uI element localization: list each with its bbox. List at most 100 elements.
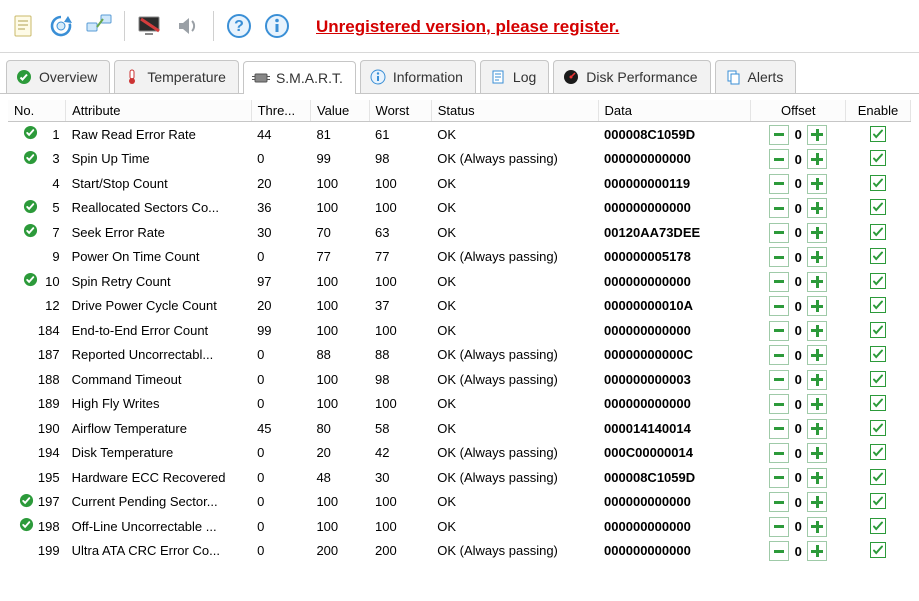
table-row[interactable]: 10Spin Retry Count97100100OK000000000000… <box>8 269 911 294</box>
offset-decrement-button[interactable] <box>769 198 789 218</box>
table-row[interactable]: 4Start/Stop Count20100100OK0000000001190 <box>8 171 911 196</box>
offset-increment-button[interactable] <box>807 198 827 218</box>
table-row[interactable]: 7Seek Error Rate307063OK00120AA73DEE0 <box>8 220 911 245</box>
table-row[interactable]: 9Power On Time Count07777OK (Always pass… <box>8 245 911 270</box>
enable-checkbox[interactable] <box>870 126 886 142</box>
col-header-attribute[interactable]: Attribute <box>66 100 251 122</box>
toolbar-network-icon[interactable] <box>82 9 116 43</box>
enable-checkbox[interactable] <box>870 248 886 264</box>
offset-increment-button[interactable] <box>807 272 827 292</box>
col-header-no[interactable]: No. <box>8 100 66 122</box>
offset-increment-button[interactable] <box>807 492 827 512</box>
tab-log[interactable]: Log <box>480 60 549 93</box>
toolbar-sound-icon[interactable] <box>171 9 205 43</box>
enable-checkbox[interactable] <box>870 518 886 534</box>
col-header-enable[interactable]: Enable <box>845 100 910 122</box>
cell-no: 199 <box>8 539 66 564</box>
col-header-status[interactable]: Status <box>431 100 598 122</box>
tab-alerts[interactable]: Alerts <box>715 60 797 93</box>
enable-checkbox[interactable] <box>870 395 886 411</box>
table-row[interactable]: 190Airflow Temperature458058OK0000141400… <box>8 416 911 441</box>
table-row[interactable]: 195Hardware ECC Recovered04830OK (Always… <box>8 465 911 490</box>
enable-checkbox[interactable] <box>870 175 886 191</box>
offset-decrement-button[interactable] <box>769 517 789 537</box>
offset-increment-button[interactable] <box>807 370 827 390</box>
offset-increment-button[interactable] <box>807 174 827 194</box>
col-header-threshold[interactable]: Thre... <box>251 100 310 122</box>
table-row[interactable]: 188Command Timeout010098OK (Always passi… <box>8 367 911 392</box>
offset-increment-button[interactable] <box>807 296 827 316</box>
toolbar-about-icon[interactable] <box>260 9 294 43</box>
offset-increment-button[interactable] <box>807 345 827 365</box>
col-header-offset[interactable]: Offset <box>751 100 846 122</box>
cell-threshold: 36 <box>251 196 310 221</box>
tab-temperature[interactable]: Temperature <box>114 60 239 93</box>
offset-increment-button[interactable] <box>807 247 827 267</box>
table-row[interactable]: 189High Fly Writes0100100OK0000000000000 <box>8 392 911 417</box>
table-row[interactable]: 5Reallocated Sectors Co...36100100OK0000… <box>8 196 911 221</box>
offset-decrement-button[interactable] <box>769 296 789 316</box>
offset-increment-button[interactable] <box>807 419 827 439</box>
tab-information[interactable]: Information <box>360 60 476 93</box>
offset-decrement-button[interactable] <box>769 174 789 194</box>
offset-increment-button[interactable] <box>807 149 827 169</box>
enable-checkbox[interactable] <box>870 322 886 338</box>
offset-increment-button[interactable] <box>807 517 827 537</box>
offset-increment-button[interactable] <box>807 443 827 463</box>
enable-checkbox[interactable] <box>870 444 886 460</box>
col-header-value[interactable]: Value <box>310 100 369 122</box>
col-header-data[interactable]: Data <box>598 100 751 122</box>
offset-decrement-button[interactable] <box>769 345 789 365</box>
enable-checkbox[interactable] <box>870 150 886 166</box>
enable-checkbox[interactable] <box>870 224 886 240</box>
enable-checkbox[interactable] <box>870 273 886 289</box>
enable-checkbox[interactable] <box>870 420 886 436</box>
offset-decrement-button[interactable] <box>769 125 789 145</box>
table-row[interactable]: 184End-to-End Error Count99100100OK00000… <box>8 318 911 343</box>
table-row[interactable]: 198Off-Line Uncorrectable ...0100100OK00… <box>8 514 911 539</box>
toolbar-monitor-icon[interactable] <box>133 9 167 43</box>
table-row[interactable]: 1Raw Read Error Rate448161OK000008C1059D… <box>8 122 911 147</box>
toolbar-help-icon[interactable]: ? <box>222 9 256 43</box>
offset-decrement-button[interactable] <box>769 223 789 243</box>
offset-decrement-button[interactable] <box>769 394 789 414</box>
offset-decrement-button[interactable] <box>769 492 789 512</box>
enable-checkbox[interactable] <box>870 346 886 362</box>
cell-value: 81 <box>310 122 369 147</box>
table-row[interactable]: 194Disk Temperature02042OK (Always passi… <box>8 441 911 466</box>
enable-checkbox[interactable] <box>870 542 886 558</box>
enable-checkbox[interactable] <box>870 297 886 313</box>
toolbar-note-icon[interactable] <box>6 9 40 43</box>
offset-decrement-button[interactable] <box>769 419 789 439</box>
offset-decrement-button[interactable] <box>769 541 789 561</box>
table-row[interactable]: 12Drive Power Cycle Count2010037OK000000… <box>8 294 911 319</box>
tab-overview[interactable]: Overview <box>6 60 110 93</box>
tab-smart[interactable]: S.M.A.R.T. <box>243 61 356 94</box>
enable-checkbox[interactable] <box>870 199 886 215</box>
offset-decrement-button[interactable] <box>769 468 789 488</box>
offset-decrement-button[interactable] <box>769 443 789 463</box>
table-row[interactable]: 199Ultra ATA CRC Error Co...0200200OK (A… <box>8 539 911 564</box>
table-row[interactable]: 197Current Pending Sector...0100100OK000… <box>8 490 911 515</box>
offset-increment-button[interactable] <box>807 223 827 243</box>
table-row[interactable]: 187Reported Uncorrectabl...08888OK (Alwa… <box>8 343 911 368</box>
tab-disk-performance[interactable]: Disk Performance <box>553 60 710 93</box>
offset-increment-button[interactable] <box>807 125 827 145</box>
offset-increment-button[interactable] <box>807 468 827 488</box>
table-row[interactable]: 3Spin Up Time09998OK (Always passing)000… <box>8 147 911 172</box>
enable-checkbox[interactable] <box>870 469 886 485</box>
offset-decrement-button[interactable] <box>769 272 789 292</box>
offset-decrement-button[interactable] <box>769 370 789 390</box>
unregistered-link[interactable]: Unregistered version, please register. <box>316 17 619 37</box>
row-number: 194 <box>38 445 60 460</box>
col-header-worst[interactable]: Worst <box>369 100 431 122</box>
enable-checkbox[interactable] <box>870 493 886 509</box>
offset-increment-button[interactable] <box>807 394 827 414</box>
toolbar-refresh-icon[interactable] <box>44 9 78 43</box>
offset-decrement-button[interactable] <box>769 149 789 169</box>
offset-increment-button[interactable] <box>807 541 827 561</box>
offset-decrement-button[interactable] <box>769 321 789 341</box>
offset-increment-button[interactable] <box>807 321 827 341</box>
enable-checkbox[interactable] <box>870 371 886 387</box>
offset-decrement-button[interactable] <box>769 247 789 267</box>
